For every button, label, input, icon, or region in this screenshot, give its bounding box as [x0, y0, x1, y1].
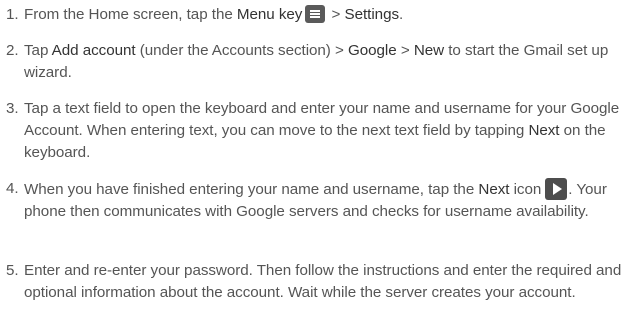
step-number: 1. [6, 6, 19, 23]
step-3: 3. Tap a text field to open the keyboard… [6, 98, 636, 164]
setup-instructions: 1. From the Home screen, tap the Menu ke… [0, 0, 640, 332]
menu-key-label: Menu key [236, 6, 303, 23]
step-text-part: From the Home screen, tap the [24, 6, 237, 23]
step-2: 2. Tap Add account (under the Accounts s… [6, 40, 636, 84]
step-text-part: > [396, 42, 414, 59]
step-text-part: (under the Accounts section) > [135, 42, 348, 59]
step-text-part: Tap [24, 42, 52, 59]
step-4: 4. When you have finished entering your … [6, 178, 636, 223]
step-text-part: . [399, 6, 404, 23]
step-number: 3. [6, 100, 19, 117]
step-text-part: When you have finished entering your nam… [24, 181, 479, 198]
step-text-part: icon [509, 181, 542, 198]
google-label: Google [347, 42, 397, 59]
next-key-label: Next [528, 122, 560, 139]
next-arrow-icon [545, 178, 568, 200]
step-text-part: > [327, 6, 345, 23]
step-text: From the Home screen, tap the Menu key >… [24, 4, 636, 26]
settings-label: Settings [344, 6, 400, 23]
step-text: When you have finished entering your nam… [24, 178, 636, 223]
step-text: Enter and re-enter your password. Then f… [24, 260, 636, 304]
step-text: Tap Add account (under the Accounts sect… [24, 40, 636, 84]
step-number: 2. [6, 42, 19, 59]
menu-key-icon [305, 5, 326, 23]
step-number: 4. [6, 180, 19, 197]
step-1: 1. From the Home screen, tap the Menu ke… [6, 4, 636, 26]
step-5: 5. Enter and re-enter your password. The… [6, 260, 636, 304]
step-text-part: Enter and re-enter your password. Then f… [24, 262, 622, 301]
step-text: Tap a text field to open the keyboard an… [24, 98, 636, 164]
next-icon-label: Next [478, 181, 510, 198]
new-label: New [413, 42, 445, 59]
add-account-label: Add account [51, 42, 136, 59]
step-number: 5. [6, 262, 19, 279]
